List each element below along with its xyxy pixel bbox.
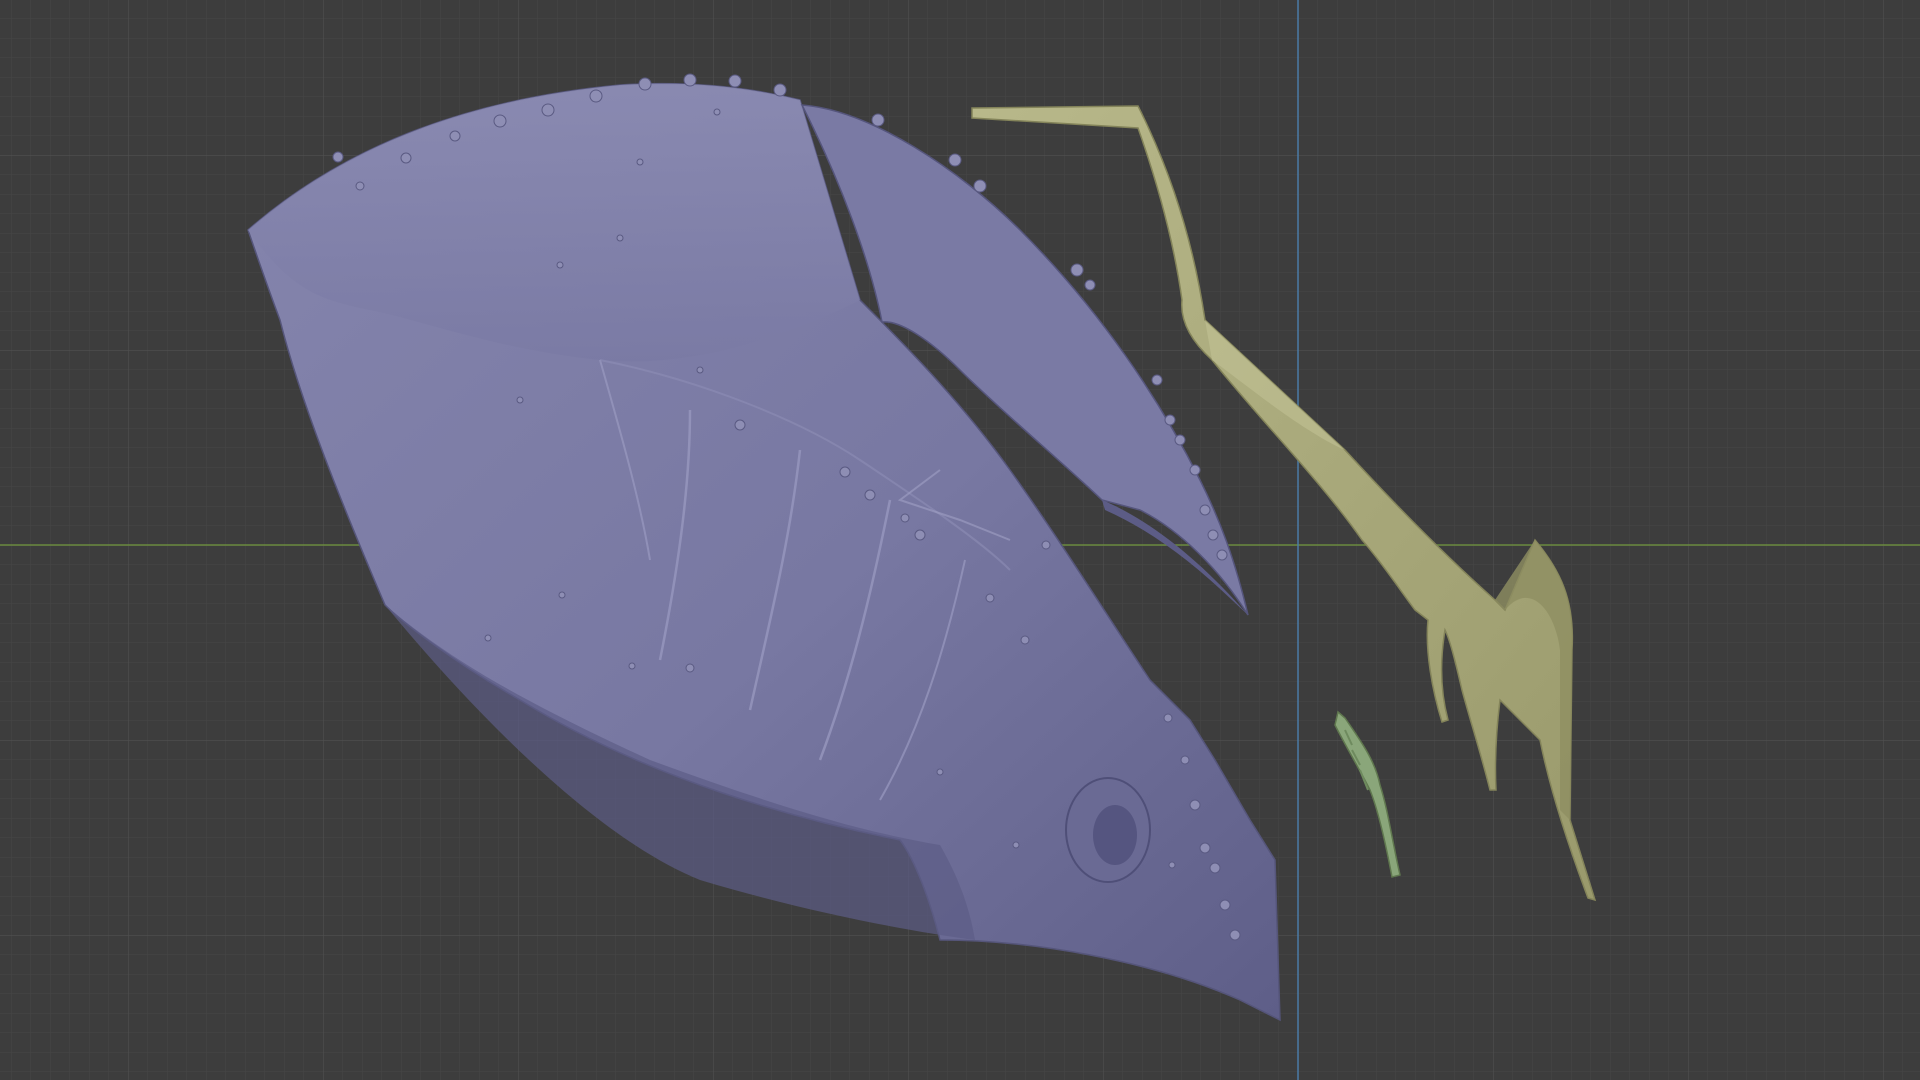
viewport-canvas[interactable] bbox=[0, 0, 1920, 1080]
3d-viewport[interactable] bbox=[0, 0, 1920, 1080]
